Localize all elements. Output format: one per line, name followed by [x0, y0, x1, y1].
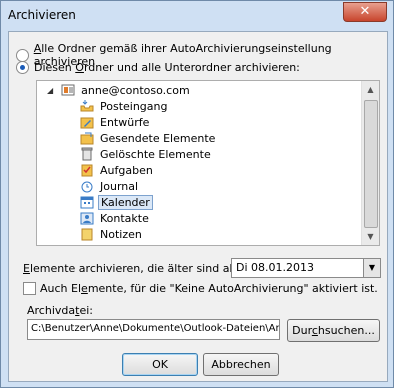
scroll-down-icon[interactable]: ▼	[362, 228, 379, 245]
archive-file-path-input[interactable]: C:\Benutzer\Anne\Dokumente\Outlook-Datei…	[27, 319, 280, 340]
tree-root-label: anne@contoso.com	[81, 83, 190, 97]
deleted-items-icon	[81, 147, 93, 161]
tree-item-gesendete[interactable]: Gesendete Elemente	[80, 130, 217, 146]
archive-file-label: Archivdatei:	[27, 304, 93, 317]
journal-icon	[81, 181, 93, 193]
tasks-icon	[81, 164, 93, 177]
collapse-arrow-icon[interactable]: ◢	[47, 86, 53, 95]
close-icon: ✕	[359, 4, 371, 19]
title-bar[interactable]: Archivieren ✕	[1, 1, 393, 31]
archive-this-folder-label: Diesen Ordner und alle Unterordner archi…	[34, 61, 300, 74]
archive-this-folder-radio[interactable]	[16, 61, 29, 74]
archive-this-folder-option[interactable]: Diesen Ordner und alle Unterordner archi…	[16, 61, 300, 74]
close-button[interactable]: ✕	[343, 2, 387, 22]
older-than-date-value: Di 08.01.2013	[236, 261, 315, 274]
folder-tree[interactable]: ◢ anne@contoso.com Posteingang Entwürfe …	[36, 80, 380, 246]
tree-item-entwuerfe[interactable]: Entwürfe	[80, 114, 151, 130]
archive-dialog: Archivieren ✕ Alle Ordner gemäß ihrer Au…	[0, 0, 394, 388]
window-title: Archivieren	[8, 8, 76, 22]
tree-item-journal[interactable]: Journal	[80, 178, 140, 194]
tree-item-geloeschte[interactable]: Gelöschte Elemente	[80, 146, 213, 162]
contacts-icon	[80, 212, 94, 225]
include-no-autoarchive-label: Auch Elemente, für die "Keine AutoArchiv…	[40, 282, 378, 295]
tree-item-kalender[interactable]: Kalender	[80, 194, 153, 210]
scroll-thumb[interactable]	[364, 100, 378, 228]
notes-icon	[81, 228, 93, 241]
tree-scrollbar[interactable]: ▲ ▼	[361, 81, 379, 245]
drafts-icon	[80, 117, 94, 129]
archive-file-path-value: C:\Benutzer\Anne\Dokumente\Outlook-Datei…	[31, 323, 280, 334]
cancel-button[interactable]: Abbrechen	[203, 353, 279, 376]
older-than-label: Elemente archivieren, die älter sind als…	[23, 262, 242, 275]
calendar-icon	[80, 196, 94, 209]
mailbox-icon	[61, 84, 75, 96]
tree-item-notizen[interactable]: Notizen	[80, 226, 144, 242]
tree-item-kontakte[interactable]: Kontakte	[80, 210, 151, 226]
sent-items-icon	[80, 132, 94, 145]
scroll-up-icon[interactable]: ▲	[362, 81, 379, 98]
older-than-date-select[interactable]: Di 08.01.2013 ▼	[231, 258, 381, 278]
tree-item-aufgaben[interactable]: Aufgaben	[80, 162, 155, 178]
tree-root-row[interactable]: ◢ anne@contoso.com	[47, 82, 192, 98]
include-no-autoarchive-checkbox[interactable]	[23, 282, 36, 295]
dropdown-arrow-icon[interactable]: ▼	[363, 259, 380, 277]
tree-item-posteingang[interactable]: Posteingang	[80, 98, 170, 114]
archive-all-folders-radio[interactable]	[16, 48, 29, 62]
dialog-content: Alle Ordner gemäß ihrer AutoArchivierung…	[8, 31, 388, 382]
ok-button[interactable]: OK	[122, 353, 198, 376]
inbox-icon	[80, 100, 94, 112]
browse-button[interactable]: Durchsuchen...	[287, 319, 380, 342]
